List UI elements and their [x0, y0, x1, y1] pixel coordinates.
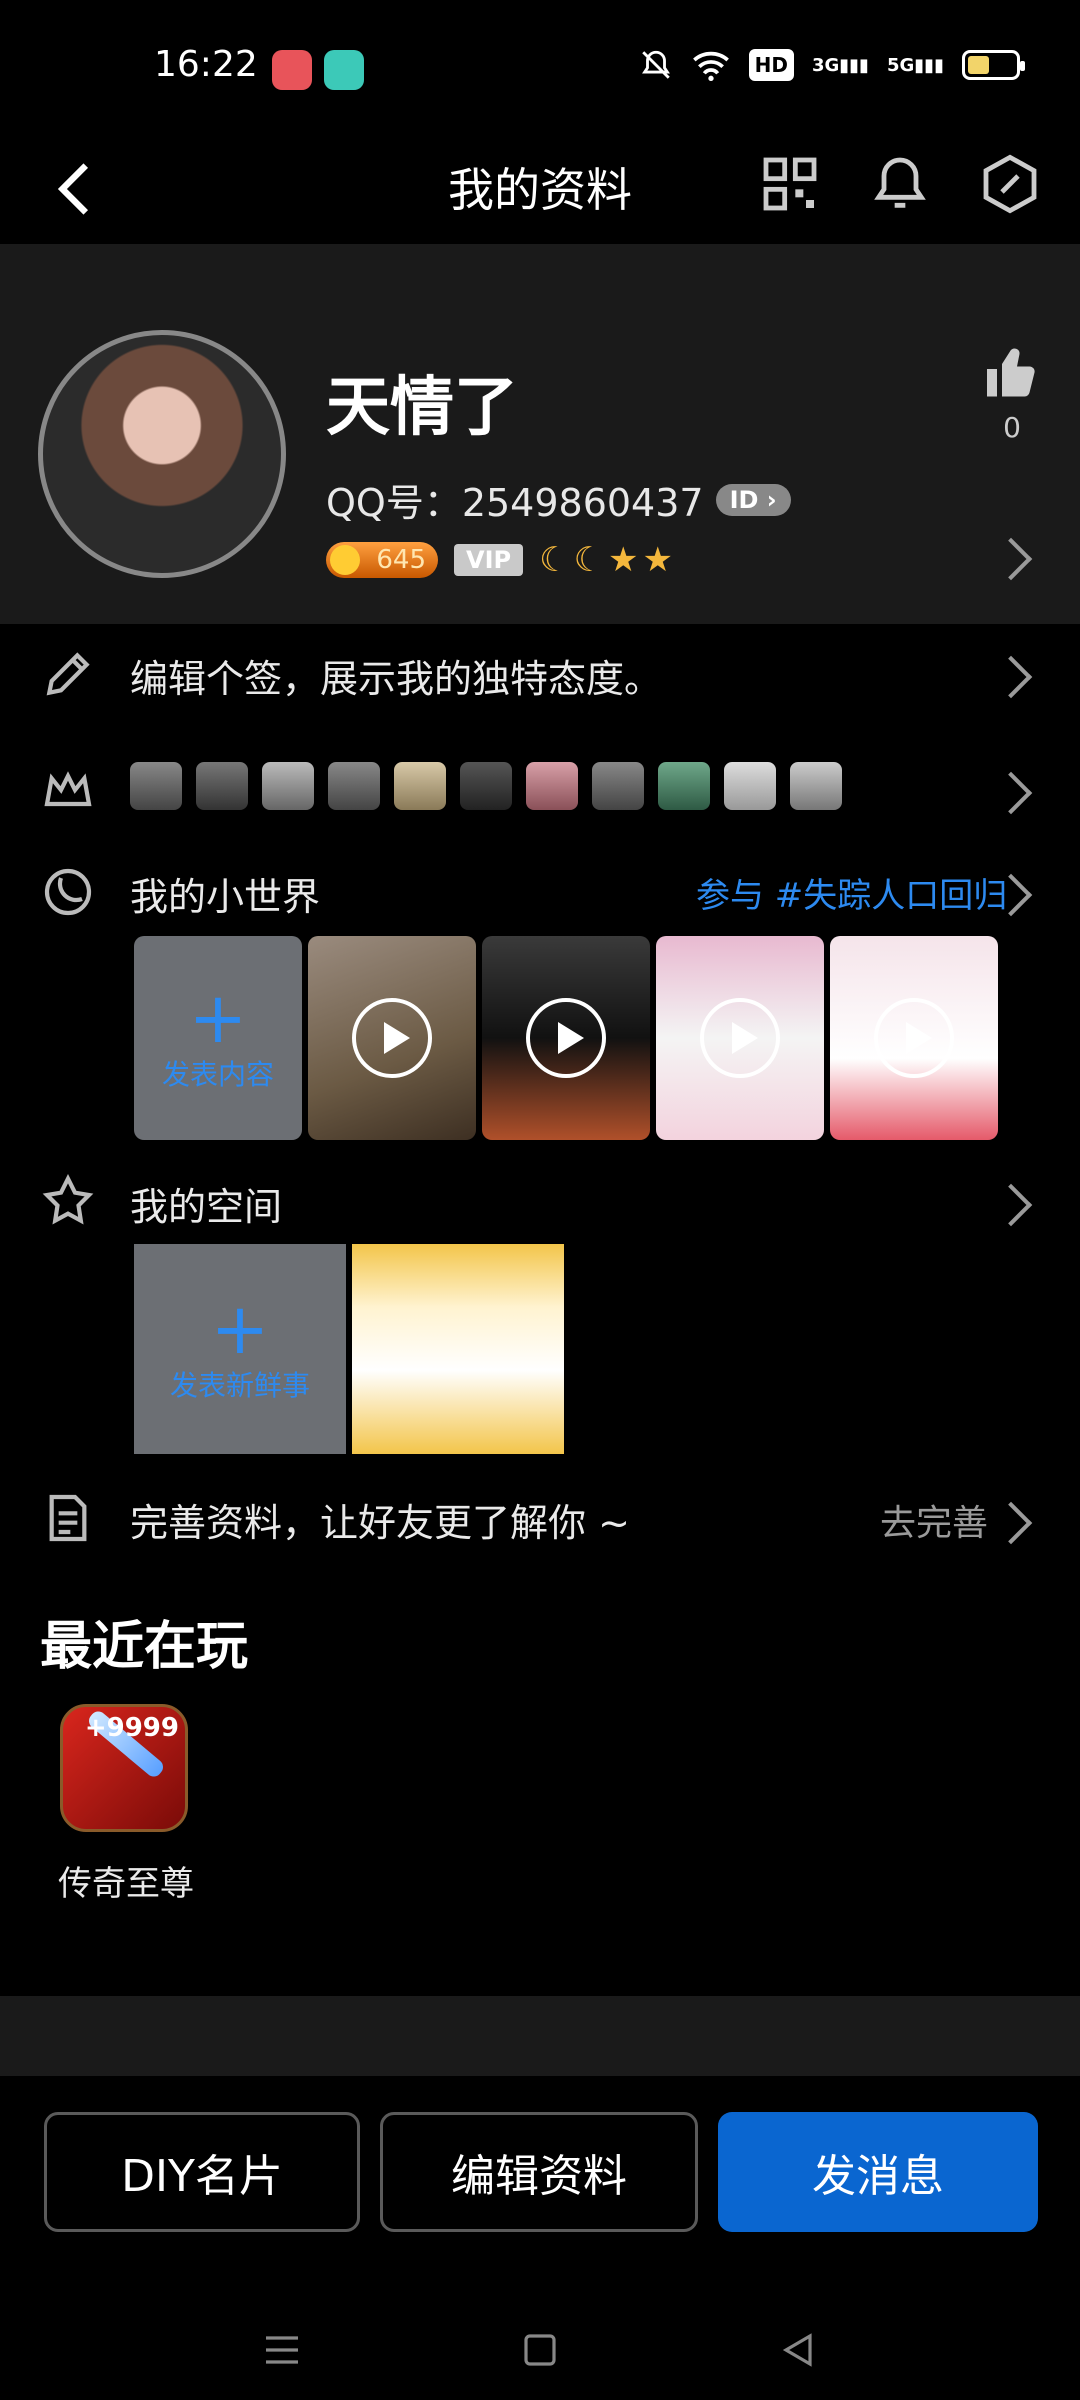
- medal-icon: [658, 762, 710, 810]
- profile-card[interactable]: 天情了 QQ号：2549860437 ID › 645 VIP ☾☾★★ 0: [0, 244, 1080, 624]
- complete-profile-text: 完善资料，让好友更了解你 ~: [130, 1501, 630, 1545]
- bell-icon[interactable]: [868, 152, 932, 216]
- space-post-thumbnail[interactable]: [352, 1244, 564, 1454]
- play-icon: [526, 998, 606, 1078]
- video-thumbnail[interactable]: [830, 936, 998, 1140]
- level-icons: ☾☾★★: [539, 540, 678, 580]
- moon-icon: [44, 868, 92, 916]
- small-world-topic-link[interactable]: 参与 #失踪人口回归: [696, 868, 1007, 917]
- medal-icon: [526, 762, 578, 810]
- qr-code-icon[interactable]: [758, 152, 822, 216]
- menu-icon[interactable]: [258, 2326, 306, 2374]
- mute-icon: [641, 50, 670, 79]
- my-space-row[interactable]: 我的空间: [0, 1166, 1080, 1236]
- pencil-icon: [46, 652, 90, 696]
- signature-row[interactable]: 编辑个签，展示我的独特态度。: [0, 634, 1080, 714]
- chevron-right-icon: [989, 1183, 1033, 1227]
- post-news-button[interactable]: + 发表新鲜事: [134, 1244, 346, 1454]
- signal-5g-icon: 5G▮▮▮: [886, 54, 944, 76]
- medal-icon: [724, 762, 776, 810]
- diy-card-button[interactable]: DIY名片: [44, 2112, 360, 2232]
- document-icon: [49, 1494, 87, 1542]
- game-icon[interactable]: +9999: [60, 1704, 188, 1832]
- medal-icon: [592, 762, 644, 810]
- signal-3g-icon: 3G▮▮▮: [811, 54, 869, 76]
- small-world-title: 我的小世界: [130, 875, 321, 919]
- medal-icon: [196, 762, 248, 810]
- status-bar: 16:22 HD 3G▮▮▮ 5G▮▮▮: [0, 0, 1080, 136]
- battery-icon: [962, 50, 1025, 80]
- wifi-icon: [692, 51, 729, 81]
- chevron-right-icon[interactable]: [989, 537, 1033, 581]
- small-world-row[interactable]: 我的小世界 参与 #失踪人口回归: [0, 858, 1080, 928]
- edit-profile-button[interactable]: 编辑资料: [380, 2112, 698, 2232]
- back-nav-icon[interactable]: [774, 2326, 822, 2374]
- system-nav-bar: [0, 2300, 1080, 2400]
- play-icon: [874, 998, 954, 1078]
- medal-icon: [130, 762, 182, 810]
- video-thumbnail[interactable]: [656, 936, 824, 1140]
- id-badge[interactable]: ID ›: [715, 483, 791, 516]
- video-thumbnail[interactable]: [308, 936, 476, 1140]
- medals-row[interactable]: [0, 744, 1080, 834]
- chevron-right-icon: [989, 1501, 1033, 1545]
- hd-badge: HD: [748, 49, 794, 81]
- home-icon[interactable]: [516, 2326, 564, 2374]
- post-content-button[interactable]: + 发表内容: [134, 936, 302, 1140]
- complete-profile-row[interactable]: 完善资料，让好友更了解你 ~ 去完善: [0, 1480, 1080, 1560]
- game-name: 传奇至尊: [58, 1864, 194, 1904]
- my-space-media: + 发表新鲜事: [0, 1244, 1080, 1454]
- signature-text: 编辑个签，展示我的独特态度。: [130, 657, 663, 701]
- badges-row: 645 VIP ☾☾★★: [326, 540, 677, 580]
- play-icon: [700, 998, 780, 1078]
- recent-title: 最近在玩: [40, 1617, 249, 1677]
- medal-icon: [790, 762, 842, 810]
- settings-hexagon-icon[interactable]: [978, 152, 1042, 216]
- top-nav: 我的资料: [0, 136, 1080, 244]
- medal-icon: [262, 762, 314, 810]
- medal-icon: [394, 762, 446, 810]
- chevron-right-icon: [989, 771, 1033, 815]
- like-button[interactable]: 0: [980, 344, 1044, 444]
- clock: 16:22: [154, 44, 258, 85]
- thumbs-up-icon: [987, 348, 1035, 397]
- complete-profile-action[interactable]: 去完善: [880, 1494, 988, 1546]
- qq-number: QQ号：2549860437 ID ›: [326, 472, 791, 527]
- video-thumbnail[interactable]: [482, 936, 650, 1140]
- divider-bar: [0, 1996, 1080, 2076]
- app-notification-icon: [272, 50, 312, 90]
- nickname: 天情了: [326, 371, 518, 445]
- avatar[interactable]: [38, 330, 286, 578]
- like-count: 0: [1003, 411, 1021, 444]
- status-icons: HD 3G▮▮▮ 5G▮▮▮: [639, 48, 1025, 82]
- app-notification-icon-2: [324, 50, 364, 90]
- chevron-right-icon: [989, 655, 1033, 699]
- my-space-title: 我的空间: [130, 1185, 283, 1229]
- send-message-button[interactable]: 发消息: [718, 2112, 1038, 2232]
- vip-badge: VIP: [454, 544, 524, 576]
- coin-badge: 645: [326, 542, 438, 578]
- star-badge-icon: [42, 1174, 94, 1225]
- medal-list: [130, 762, 842, 810]
- medal-icon: [328, 762, 380, 810]
- crown-icon: [44, 771, 92, 807]
- small-world-media: + 发表内容: [0, 936, 1080, 1140]
- game-badge: +9999: [84, 1713, 179, 1743]
- play-icon: [352, 998, 432, 1078]
- medal-icon: [460, 762, 512, 810]
